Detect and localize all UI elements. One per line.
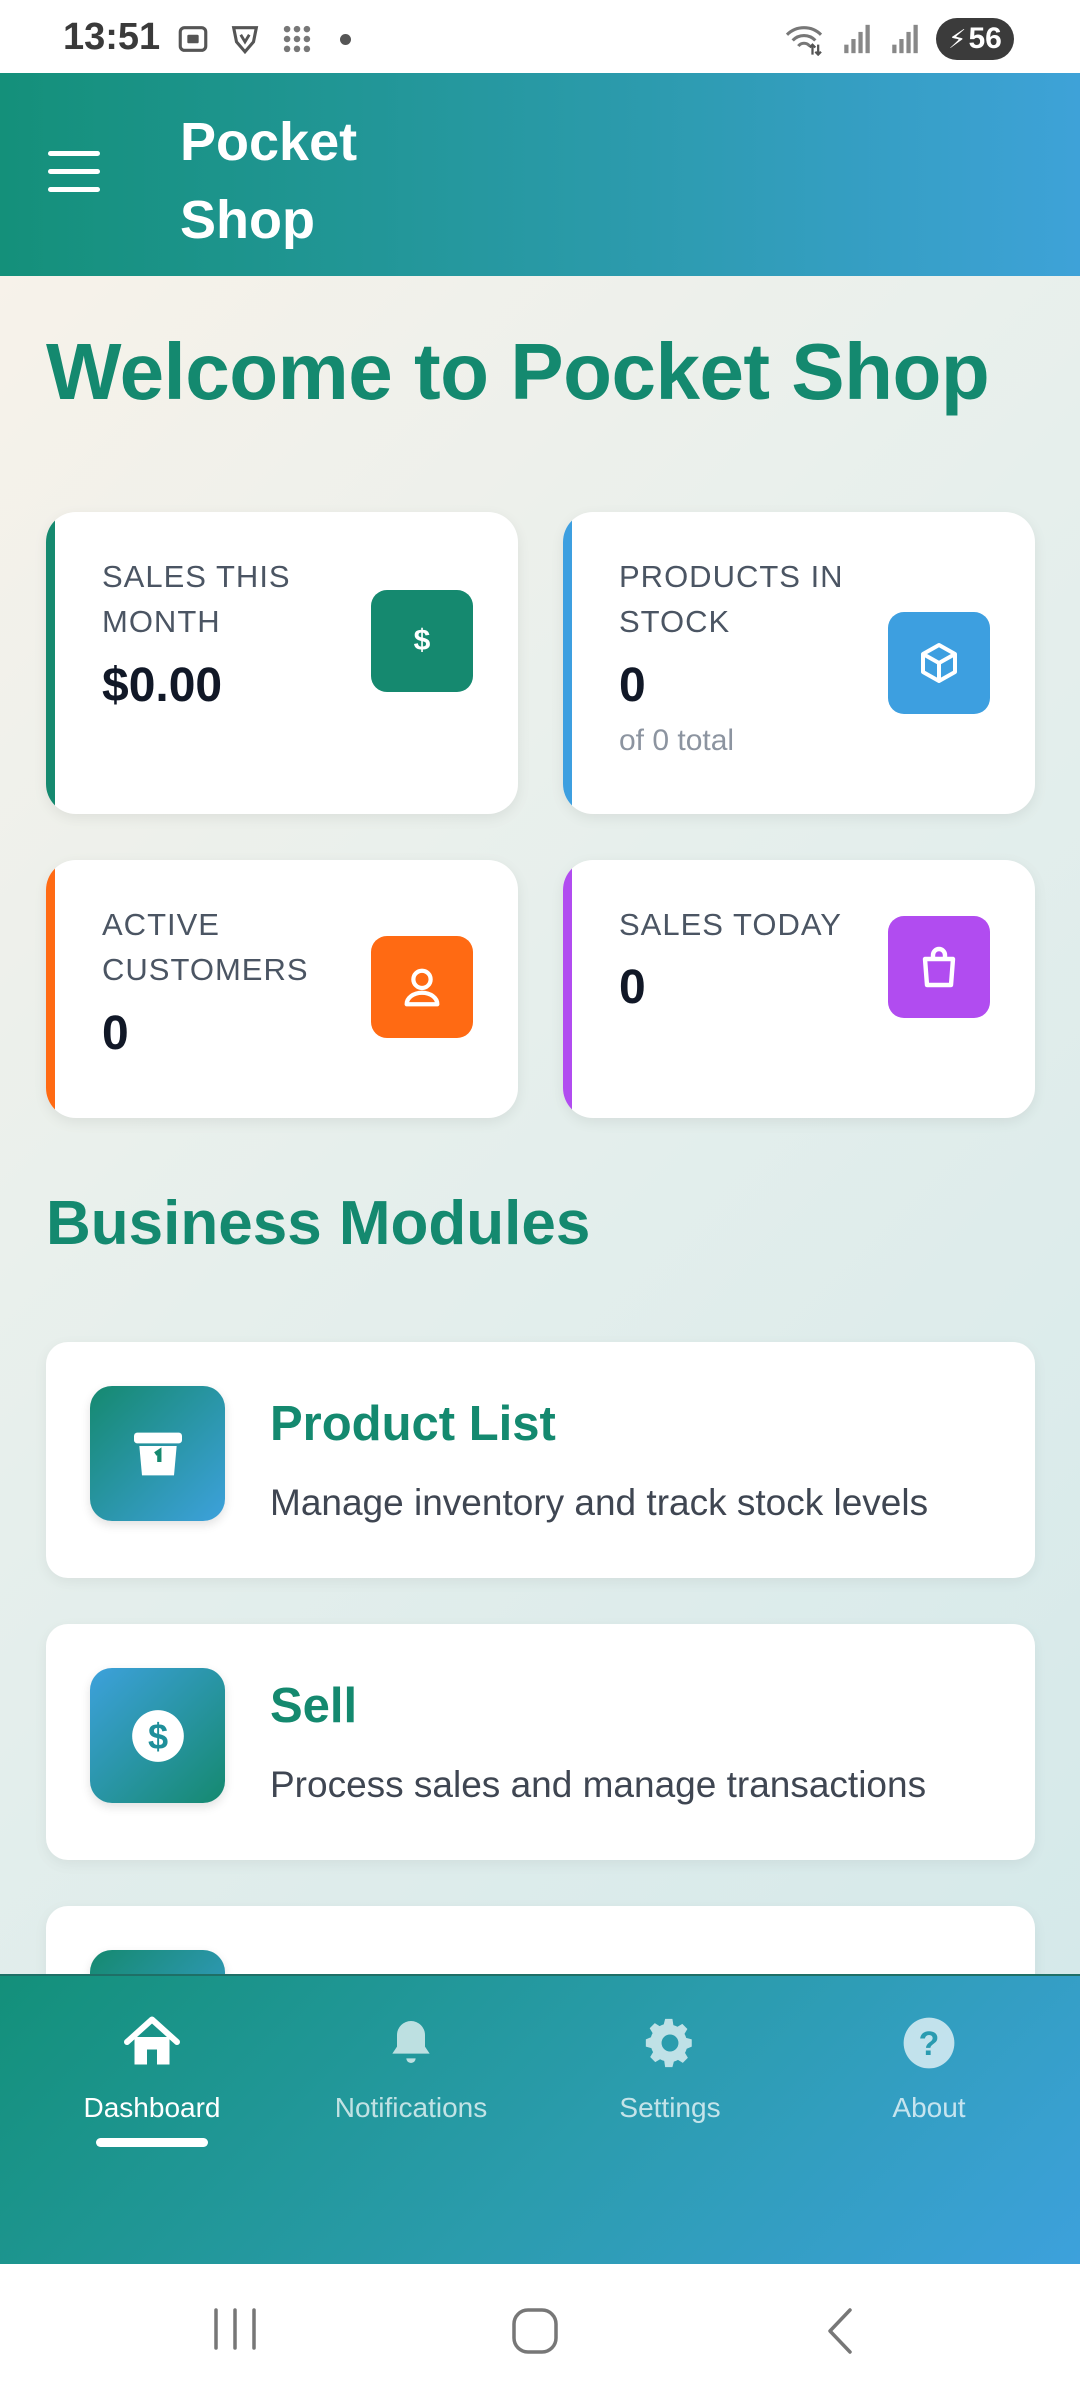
module-card-partial[interactable] — [46, 1906, 1035, 1974]
help-circle-icon: ? — [799, 2002, 1059, 2072]
module-icon — [90, 1950, 225, 1974]
home-button-icon[interactable] — [510, 2306, 562, 2356]
battery-icon: ⚡ 56 — [936, 18, 1014, 60]
status-time: 13:51 — [63, 16, 161, 58]
module-description: Manage inventory and track stock levels — [270, 1482, 929, 1523]
stat-sub: of 0 total — [619, 724, 735, 757]
module-title: Sell — [270, 1679, 358, 1733]
welcome-heading: Welcome to Pocket Shop — [46, 327, 990, 416]
stat-label: SALES TODAY — [619, 907, 842, 942]
nav-label: About — [892, 2092, 966, 2123]
bottom-navigation: Dashboard Notifications Settings ? About — [0, 1974, 1080, 2264]
apps-grid-icon — [283, 25, 311, 53]
wifi-icon — [785, 26, 823, 56]
stat-value: 0 — [619, 961, 646, 1014]
stat-label: PRODUCTS IN STOCK — [619, 559, 844, 639]
box-icon — [888, 612, 990, 714]
vpn-shield-icon — [231, 26, 259, 55]
module-card-sell[interactable]: $ Sell Process sales and manage transact… — [46, 1624, 1035, 1860]
system-navigation-bar — [0, 2264, 1080, 2400]
stat-card-products-stock: PRODUCTS IN STOCK 0 of 0 total — [563, 512, 1035, 814]
module-card-product-list[interactable]: Product List Manage inventory and track … — [46, 1342, 1035, 1578]
user-icon — [371, 936, 473, 1038]
stat-card-sales-today: SALES TODAY 0 — [563, 860, 1035, 1118]
stat-label: SALES THIS MONTH — [102, 559, 291, 639]
dashboard-content[interactable]: Welcome to Pocket Shop SALES THIS MONTH … — [0, 276, 1080, 1974]
gear-icon — [540, 2002, 800, 2072]
stat-card-active-customers: ACTIVE CUSTOMERS 0 — [46, 860, 518, 1118]
status-bar: 13:51 ⚡ 56 — [0, 0, 1080, 73]
signal-icon — [892, 24, 918, 54]
battery-level: 56 — [968, 22, 1002, 55]
recent-apps-icon[interactable] — [210, 2306, 260, 2352]
shopping-bag-icon — [888, 916, 990, 1018]
menu-icon[interactable] — [48, 151, 110, 201]
nav-label: Settings — [619, 2092, 721, 2123]
stat-value: $0.00 — [102, 659, 223, 712]
app-title: Pocket Shop — [180, 112, 358, 250]
signal-icon — [844, 24, 870, 54]
nav-item-dashboard[interactable]: Dashboard — [22, 2002, 282, 2147]
app-header: Pocket Shop — [0, 73, 1080, 276]
module-description: Process sales and manage transactions — [270, 1764, 927, 1805]
bell-icon — [281, 2002, 541, 2072]
screenshot-icon — [178, 26, 208, 52]
dollar-icon: $ — [371, 590, 473, 692]
nav-label: Notifications — [334, 2092, 488, 2123]
archive-box-icon — [90, 1386, 225, 1521]
stat-value: 0 — [619, 659, 646, 712]
active-indicator — [96, 2138, 208, 2147]
notification-dot — [340, 33, 351, 45]
stat-value: 0 — [102, 1007, 129, 1060]
nav-item-settings[interactable]: Settings — [540, 2002, 800, 2124]
section-title-business-modules: Business Modules — [46, 1189, 591, 1258]
stat-label: ACTIVE CUSTOMERS — [102, 907, 309, 987]
back-icon[interactable] — [820, 2306, 860, 2356]
svg-text:$: $ — [147, 1715, 167, 1756]
svg-text:?: ? — [919, 2025, 940, 2063]
nav-label: Dashboard — [83, 2092, 221, 2123]
nav-item-notifications[interactable]: Notifications — [281, 2002, 541, 2124]
module-title: Product List — [270, 1397, 556, 1451]
stat-card-sales-month: SALES THIS MONTH $0.00 $ — [46, 512, 518, 814]
dollar-coin-icon: $ — [90, 1668, 225, 1803]
nav-item-about[interactable]: ? About — [799, 2002, 1059, 2124]
home-icon — [22, 2002, 282, 2072]
